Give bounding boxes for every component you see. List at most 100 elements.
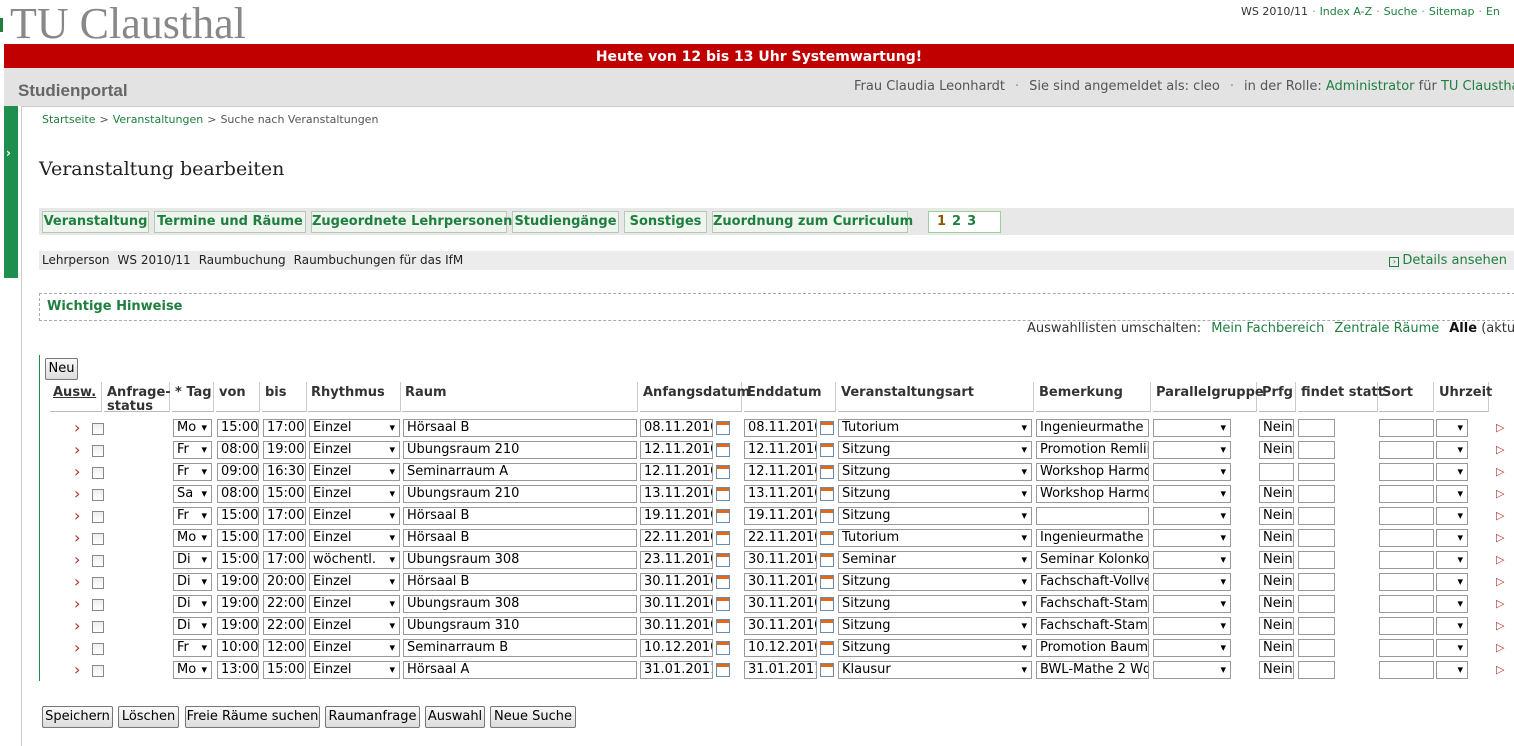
breadcrumb-veranstaltungen[interactable]: Veranstaltungen: [113, 113, 204, 126]
enddatum-input[interactable]: 31.01.2011: [744, 661, 817, 679]
calendar-icon[interactable]: [820, 531, 834, 545]
veranstaltungsart-select[interactable]: Sitzung: [838, 441, 1032, 459]
bemerkung-input[interactable]: Promotion Baumar: [1036, 639, 1149, 657]
uhrzeit-select[interactable]: [1436, 595, 1468, 613]
tag-select[interactable]: Fr: [173, 639, 212, 657]
bemerkung-input[interactable]: Workshop Harmon: [1036, 485, 1149, 503]
row-checkbox[interactable]: [92, 665, 104, 677]
findet-statt-input[interactable]: [1298, 485, 1335, 503]
bemerkung-input[interactable]: Fachschaft-Vollver: [1036, 573, 1149, 591]
sort-input[interactable]: [1379, 661, 1434, 679]
bemerkung-input[interactable]: Seminar Kolonko: [1036, 551, 1149, 569]
raum-input[interactable]: Hörsaal B: [403, 573, 637, 591]
important-notes[interactable]: Wichtige Hinweise: [39, 293, 1514, 321]
uhrzeit-select[interactable]: [1436, 661, 1468, 679]
parallelgruppe-select[interactable]: [1153, 551, 1231, 569]
von-input[interactable]: 08:00: [217, 441, 259, 459]
anfangsdatum-input[interactable]: 30.11.2010: [640, 595, 713, 613]
tab-veranstaltung[interactable]: Veranstaltung: [42, 211, 149, 233]
parallelgruppe-select[interactable]: [1153, 485, 1231, 503]
chevron-right-icon[interactable]: ›: [74, 440, 80, 459]
tab-curriculum[interactable]: Zuordnung zum Curriculum: [712, 211, 913, 233]
enddatum-input[interactable]: 10.12.2010: [744, 639, 817, 657]
uhrzeit-select[interactable]: [1436, 529, 1468, 547]
page-3[interactable]: 3: [967, 214, 976, 229]
tag-select[interactable]: Di: [173, 595, 212, 613]
rhythmus-select[interactable]: Einzel: [309, 485, 400, 503]
enddatum-input[interactable]: 30.11.2010: [744, 595, 817, 613]
bemerkung-input[interactable]: Ingenieurmathe I: [1036, 529, 1149, 547]
anfangsdatum-input[interactable]: 30.11.2010: [640, 573, 713, 591]
raum-input[interactable]: Übungsraum 308: [403, 551, 637, 569]
calendar-icon[interactable]: [820, 575, 834, 589]
row-checkbox[interactable]: [92, 489, 104, 501]
calendar-icon[interactable]: [820, 487, 834, 501]
veranstaltungsart-select[interactable]: Tutorium: [838, 419, 1032, 437]
uhrzeit-select[interactable]: [1436, 485, 1468, 503]
bis-input[interactable]: 17:00: [263, 529, 306, 547]
bemerkung-input[interactable]: Ingenieurmathe I: [1036, 419, 1149, 437]
sort-input[interactable]: [1379, 617, 1434, 635]
calendar-icon[interactable]: [820, 421, 834, 435]
sort-input[interactable]: [1379, 551, 1434, 569]
raum-input[interactable]: Hörsaal B: [403, 419, 637, 437]
chevron-right-icon[interactable]: ›: [74, 528, 80, 547]
parallelgruppe-select[interactable]: [1153, 507, 1231, 525]
findet-statt-input[interactable]: [1298, 529, 1335, 547]
veranstaltungsart-select[interactable]: Tutorium: [838, 529, 1032, 547]
chevron-right-icon[interactable]: ›: [74, 616, 80, 635]
row-checkbox[interactable]: [92, 467, 104, 479]
parallelgruppe-select[interactable]: [1153, 595, 1231, 613]
search-link[interactable]: Suche: [1384, 5, 1418, 18]
veranstaltungsart-select[interactable]: Sitzung: [838, 595, 1032, 613]
bis-input[interactable]: 22:00: [263, 595, 306, 613]
save-button[interactable]: Speichern: [42, 706, 113, 728]
new-search-button[interactable]: Neue Suche: [490, 706, 576, 728]
free-rooms-button[interactable]: Freie Räume suchen: [185, 706, 320, 728]
parallelgruppe-select[interactable]: [1153, 441, 1231, 459]
anfangsdatum-input[interactable]: 08.11.2010: [640, 419, 713, 437]
von-input[interactable]: 15:00: [217, 419, 259, 437]
enddatum-input[interactable]: 30.11.2010: [744, 551, 817, 569]
sort-input[interactable]: [1379, 595, 1434, 613]
veranstaltungsart-select[interactable]: Sitzung: [838, 639, 1032, 657]
row-checkbox[interactable]: [92, 621, 104, 633]
sort-input[interactable]: [1379, 485, 1434, 503]
row-checkbox[interactable]: [92, 423, 104, 435]
von-input[interactable]: 08:00: [217, 485, 259, 503]
enddatum-input[interactable]: 19.11.2010: [744, 507, 817, 525]
calendar-icon[interactable]: [716, 531, 730, 545]
enddatum-input[interactable]: 30.11.2010: [744, 573, 817, 591]
delete-button[interactable]: Löschen: [118, 706, 179, 728]
enddatum-input[interactable]: 12.11.2010: [744, 441, 817, 459]
parallelgruppe-select[interactable]: [1153, 617, 1231, 635]
findet-statt-input[interactable]: [1298, 639, 1335, 657]
anfangsdatum-input[interactable]: 13.11.2010: [640, 485, 713, 503]
bis-input[interactable]: 15:00: [263, 485, 306, 503]
raum-input[interactable]: Hörsaal B: [403, 507, 637, 525]
veranstaltungsart-select[interactable]: Sitzung: [838, 507, 1032, 525]
sort-input[interactable]: [1379, 573, 1434, 591]
findet-statt-input[interactable]: [1298, 441, 1335, 459]
von-input[interactable]: 15:00: [217, 507, 259, 525]
bis-input[interactable]: 22:00: [263, 617, 306, 635]
von-input[interactable]: 19:00: [217, 595, 259, 613]
bis-input[interactable]: 16:30: [263, 463, 306, 481]
anfangsdatum-input[interactable]: 12.11.2010: [640, 441, 713, 459]
uhrzeit-select[interactable]: [1436, 507, 1468, 525]
calendar-icon[interactable]: [716, 575, 730, 589]
anfangsdatum-input[interactable]: 23.11.2010: [640, 551, 713, 569]
bis-input[interactable]: 19:00: [263, 441, 306, 459]
anfangsdatum-input[interactable]: 31.01.2011: [640, 661, 713, 679]
bis-input[interactable]: 17:00: [263, 419, 306, 437]
uhrzeit-select[interactable]: [1436, 419, 1468, 437]
triangle-right-icon[interactable]: ▷: [1496, 553, 1504, 566]
role-link[interactable]: Administrator: [1326, 79, 1415, 94]
raum-input[interactable]: Übungsraum 210: [403, 441, 637, 459]
row-checkbox[interactable]: [92, 511, 104, 523]
rhythmus-select[interactable]: wöchentl.: [309, 551, 400, 569]
von-input[interactable]: 09:00: [217, 463, 259, 481]
parallelgruppe-select[interactable]: [1153, 661, 1231, 679]
triangle-right-icon[interactable]: ▷: [1496, 663, 1504, 676]
tab-lehrpersonen[interactable]: Zugeordnete Lehrpersonen: [311, 211, 512, 233]
